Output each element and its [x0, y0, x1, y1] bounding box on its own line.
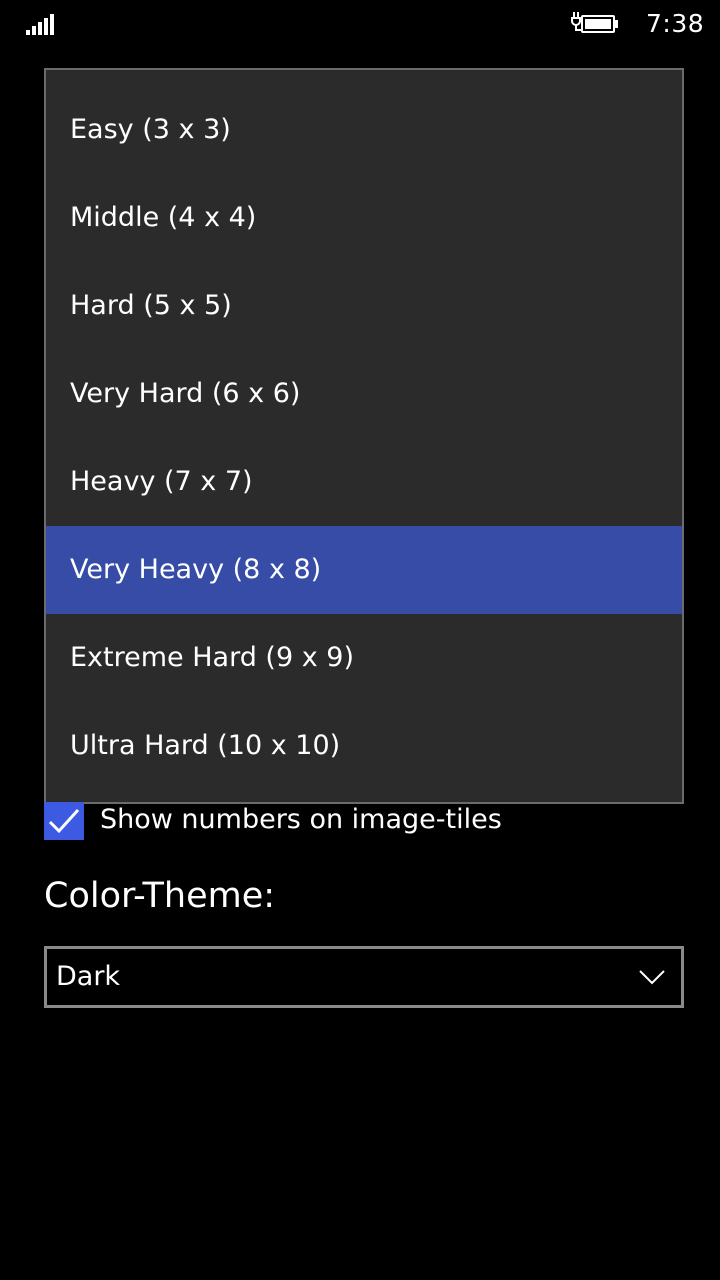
- status-bar: 7:38: [0, 0, 720, 48]
- signal-bars-icon: [26, 14, 54, 35]
- color-theme-value: Dark: [56, 961, 121, 992]
- show-numbers-checkbox[interactable]: [44, 802, 84, 840]
- difficulty-option-very-hard[interactable]: Very Hard (6 x 6): [46, 350, 682, 438]
- difficulty-dropdown-list[interactable]: Easy (3 x 3) Middle (4 x 4) Hard (5 x 5)…: [44, 68, 684, 804]
- difficulty-option-ultra-hard[interactable]: Ultra Hard (10 x 10): [46, 702, 682, 790]
- color-theme-select[interactable]: Dark: [44, 946, 684, 1008]
- difficulty-option-heavy[interactable]: Heavy (7 x 7): [46, 438, 682, 526]
- battery-charging-icon: [571, 12, 618, 33]
- difficulty-option-easy[interactable]: Easy (3 x 3): [46, 86, 682, 174]
- difficulty-option-middle[interactable]: Middle (4 x 4): [46, 174, 682, 262]
- show-numbers-label: Show numbers on image-tiles: [100, 804, 502, 835]
- clock: 7:38: [646, 9, 705, 38]
- checkmark-icon: [48, 808, 80, 834]
- color-theme-heading: Color-Theme:: [44, 876, 276, 916]
- show-numbers-checkbox-row[interactable]: Show numbers on image-tiles: [44, 800, 684, 842]
- difficulty-option-hard[interactable]: Hard (5 x 5): [46, 262, 682, 350]
- difficulty-option-very-heavy[interactable]: Very Heavy (8 x 8): [46, 526, 682, 614]
- difficulty-option-extreme-hard[interactable]: Extreme Hard (9 x 9): [46, 614, 682, 702]
- chevron-down-icon: [639, 970, 665, 985]
